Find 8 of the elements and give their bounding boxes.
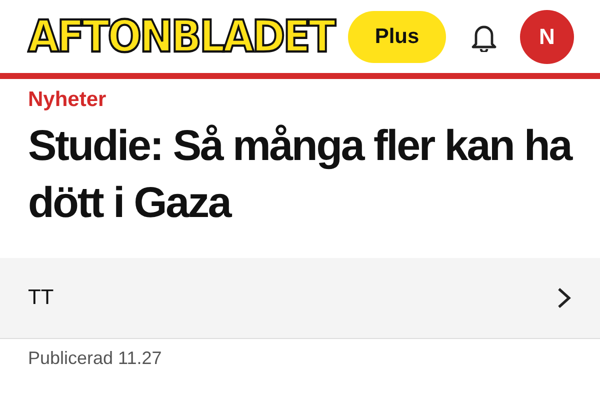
user-avatar[interactable]: N xyxy=(520,10,574,64)
author-row[interactable]: TT xyxy=(0,258,600,339)
author-name: TT xyxy=(28,286,55,310)
chevron-right-icon xyxy=(556,287,572,309)
plus-button[interactable]: Plus xyxy=(348,10,446,62)
headline: Studie: Så många fler kan ha dött i Gaza xyxy=(28,121,572,229)
published-time: Publicerad 11.27 xyxy=(28,348,163,369)
section-label[interactable]: Nyheter xyxy=(28,88,572,112)
